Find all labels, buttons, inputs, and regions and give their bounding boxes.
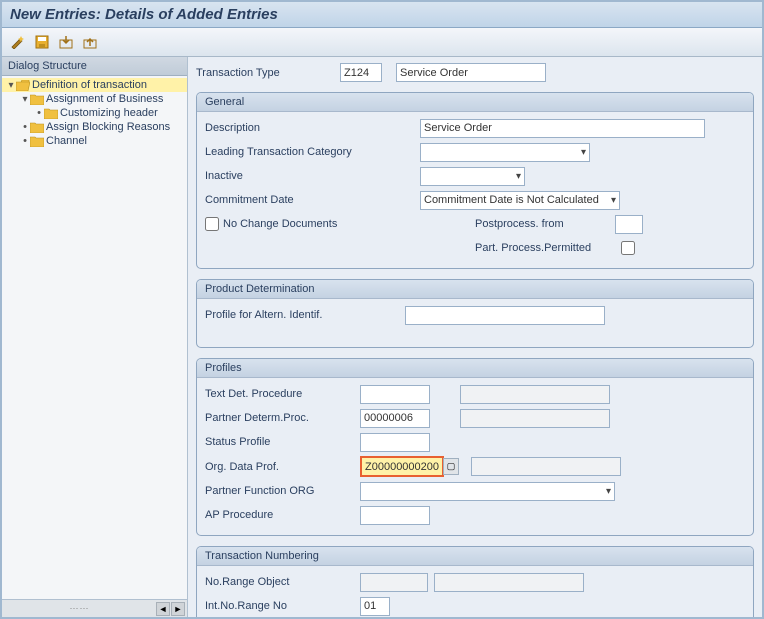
commitment-date-label: Commitment Date <box>205 194 420 206</box>
ap-procedure-label: AP Procedure <box>205 509 360 521</box>
panel-header: General <box>197 93 753 112</box>
scroll-left-icon[interactable]: ◄ <box>156 602 170 616</box>
open-folder-icon <box>16 80 30 91</box>
folder-icon <box>30 94 44 105</box>
inactive-label: Inactive <box>205 170 420 182</box>
leading-cat-select[interactable] <box>420 143 590 162</box>
tree-item-label: Customizing header <box>60 107 158 119</box>
postprocess-from-label: Postprocess. from <box>475 218 615 230</box>
transaction-type-name-field[interactable] <box>396 63 546 82</box>
export-icon[interactable] <box>80 32 100 52</box>
status-profile-label: Status Profile <box>205 436 360 448</box>
sidebar-header: Dialog Structure <box>2 57 187 76</box>
int-no-range-field[interactable] <box>360 597 390 616</box>
expander-icon[interactable]: ▾ <box>6 80 16 91</box>
scroll-right-icon[interactable]: ► <box>171 602 185 616</box>
tree-item-customizing-header[interactable]: • Customizing header <box>2 106 187 120</box>
partner-func-org-label: Partner Function ORG <box>205 485 360 497</box>
org-data-prof-field[interactable] <box>362 458 442 475</box>
panel-header: Profiles <box>197 359 753 378</box>
product-determination-panel: Product Determination Profile for Altern… <box>196 279 754 348</box>
folder-icon <box>44 108 58 119</box>
org-data-prof-desc <box>471 457 621 476</box>
inactive-select[interactable] <box>420 167 525 186</box>
commitment-date-select[interactable]: Commitment Date is Not Calculated <box>420 191 620 210</box>
tree-item-assignment-of-business[interactable]: ▾ Assignment of Business <box>2 92 187 106</box>
org-data-prof-focus-indicator <box>360 456 444 477</box>
main-area: Transaction Type General Description Lea… <box>188 57 762 617</box>
profile-altern-label: Profile for Altern. Identif. <box>205 309 405 321</box>
no-range-object-label: No.Range Object <box>205 576 360 588</box>
text-det-field[interactable] <box>360 385 430 404</box>
sidebar: Dialog Structure ▾ Definition of transac… <box>2 57 188 617</box>
expander-icon[interactable]: ▾ <box>20 94 30 105</box>
general-panel: General Description Leading Transaction … <box>196 92 754 269</box>
org-data-prof-label: Org. Data Prof. <box>205 461 360 473</box>
transaction-type-label: Transaction Type <box>196 67 336 79</box>
panel-header: Product Determination <box>197 280 753 299</box>
tree-item-label: Assignment of Business <box>46 93 163 105</box>
part-process-permitted-label: Part. Process.Permitted <box>475 242 615 254</box>
profile-altern-field[interactable] <box>405 306 605 325</box>
import-icon[interactable] <box>56 32 76 52</box>
description-label: Description <box>205 122 360 134</box>
partner-func-org-select[interactable] <box>360 482 615 501</box>
text-det-desc <box>460 385 610 404</box>
partner-det-field[interactable] <box>360 409 430 428</box>
transaction-type-code-field[interactable] <box>340 63 382 82</box>
resize-handle[interactable]: ⋯⋯ <box>4 603 155 614</box>
sidebar-horizontal-scroll[interactable]: ⋯⋯ ◄ ► <box>2 599 187 617</box>
tree-item-label: Channel <box>46 135 87 147</box>
tree: ▾ Definition of transaction ▾ Assignment… <box>2 76 187 599</box>
panel-header: Transaction Numbering <box>197 547 753 566</box>
bullet-icon: • <box>20 135 30 147</box>
profiles-panel: Profiles Text Det. Procedure Partner Det… <box>196 358 754 536</box>
description-field[interactable] <box>420 119 705 138</box>
folder-icon <box>30 136 44 147</box>
no-change-docs-label: No Change Documents <box>223 218 423 230</box>
folder-icon <box>30 122 44 133</box>
ap-procedure-field[interactable] <box>360 506 430 525</box>
bullet-icon: • <box>34 107 44 119</box>
no-change-docs-checkbox[interactable] <box>205 217 219 231</box>
no-range-object-desc <box>434 573 584 592</box>
postprocess-from-field[interactable] <box>615 215 643 234</box>
toolbar <box>2 28 762 57</box>
tree-item-assign-blocking-reasons[interactable]: • Assign Blocking Reasons <box>2 120 187 134</box>
bullet-icon: • <box>20 121 30 133</box>
int-no-range-label: Int.No.Range No <box>205 600 360 612</box>
lookup-icon[interactable]: ▢ <box>443 458 459 475</box>
tree-item-label: Assign Blocking Reasons <box>46 121 170 133</box>
wand-icon[interactable] <box>8 32 28 52</box>
leading-cat-label: Leading Transaction Category <box>205 146 420 158</box>
partner-det-desc <box>460 409 610 428</box>
partner-det-label: Partner Determ.Proc. <box>205 412 360 424</box>
window-title: New Entries: Details of Added Entries <box>2 2 762 28</box>
text-det-label: Text Det. Procedure <box>205 388 360 400</box>
tree-item-channel[interactable]: • Channel <box>2 134 187 148</box>
tree-item-label: Definition of transaction <box>32 79 147 91</box>
status-profile-field[interactable] <box>360 433 430 452</box>
tree-item-definition-of-transaction[interactable]: ▾ Definition of transaction <box>2 78 187 92</box>
transaction-numbering-panel: Transaction Numbering No.Range Object In… <box>196 546 754 617</box>
no-range-object-field <box>360 573 428 592</box>
save-disk-icon[interactable] <box>32 32 52 52</box>
part-process-permitted-checkbox[interactable] <box>621 241 635 255</box>
